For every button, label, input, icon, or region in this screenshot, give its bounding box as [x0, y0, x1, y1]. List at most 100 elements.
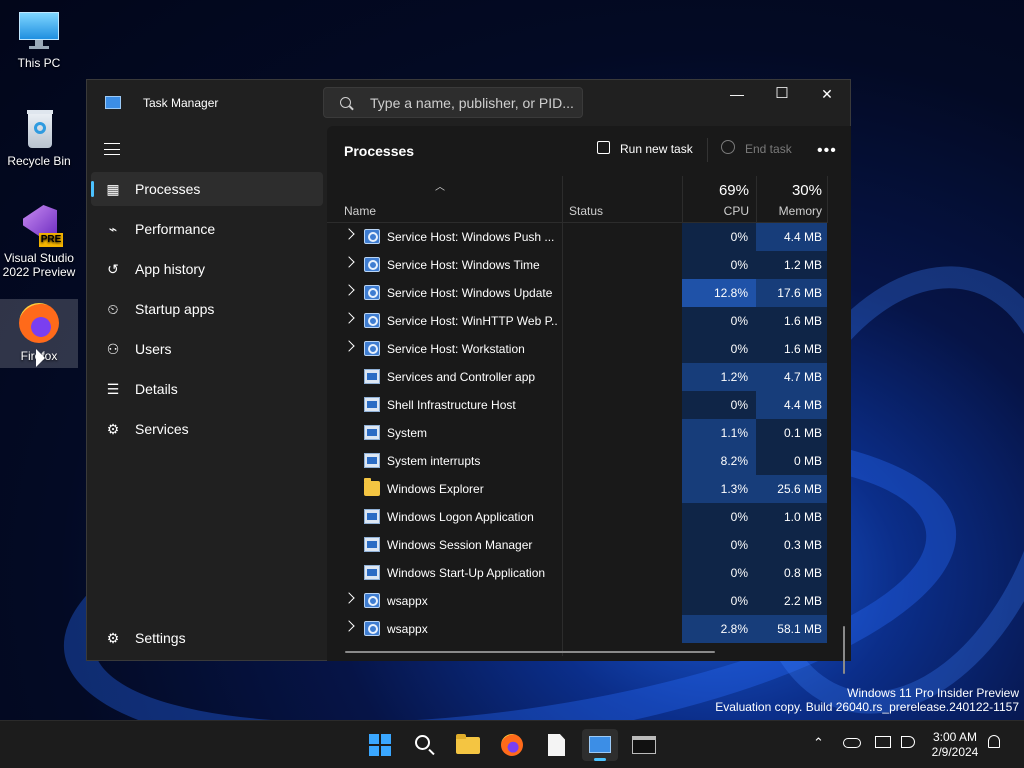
settings-gear-icon: ⚙: [106, 630, 120, 646]
task-manager-app-icon: [105, 96, 121, 109]
taskbar: ⌃ 3:00 AM 2/9/2024: [0, 720, 1024, 768]
startup-icon: ⏲: [107, 301, 119, 317]
process-memory: 1.6 MB: [756, 307, 827, 335]
column-header-name[interactable]: Name: [344, 204, 376, 218]
clock-time: 3:00 AM: [932, 730, 978, 744]
volume-muted-icon[interactable]: [901, 736, 915, 748]
table-row[interactable]: System interrupts 8.2% 0 MB: [327, 447, 827, 475]
horizontal-scrollbar[interactable]: [345, 651, 715, 653]
taskbar-task-manager[interactable]: [582, 729, 618, 761]
close-button[interactable]: ✕: [804, 80, 850, 110]
expand-chevron-icon[interactable]: [343, 284, 355, 296]
sidebar: ▦ Processes ⌁ Performance ↺ App history …: [87, 126, 327, 661]
desktop-icon-visual-studio[interactable]: PRE Visual Studio 2022 Preview: [0, 203, 78, 279]
table-row[interactable]: System 1.1% 0.1 MB: [327, 419, 827, 447]
process-cpu: 1.2%: [682, 363, 756, 391]
taskbar-file-explorer[interactable]: [450, 729, 486, 761]
vertical-scrollbar[interactable]: [843, 626, 845, 674]
desktop-icon-label: Recycle Bin: [7, 154, 71, 168]
column-header-status[interactable]: Status: [569, 204, 603, 218]
windows-logo-icon: [369, 734, 391, 756]
desktop-icon-label: Visual Studio 2022 Preview: [2, 251, 76, 279]
recycle-bin-icon: [17, 106, 61, 150]
sidebar-item-performance[interactable]: ⌁ Performance: [91, 212, 323, 246]
sidebar-item-settings[interactable]: ⚙ Settings: [91, 621, 323, 655]
start-button[interactable]: [362, 729, 398, 761]
desktop-icon-recycle-bin[interactable]: Recycle Bin: [0, 106, 78, 168]
table-row[interactable]: Shell Infrastructure Host 0% 4.4 MB: [327, 391, 827, 419]
process-memory: 2.2 MB: [756, 587, 827, 615]
mouse-cursor: [36, 349, 45, 367]
process-name: wsappx: [387, 594, 428, 608]
minimize-button[interactable]: —: [714, 80, 760, 110]
sidebar-item-processes[interactable]: ▦ Processes: [91, 172, 323, 206]
expand-chevron-icon[interactable]: [343, 340, 355, 352]
memory-total-percent: 30%: [791, 182, 822, 199]
desktop-icon-this-pc[interactable]: This PC: [0, 8, 78, 70]
process-icon: [364, 453, 380, 468]
table-row[interactable]: wsappx 2.8% 58.1 MB: [327, 615, 827, 643]
taskbar-notepad[interactable]: [538, 729, 574, 761]
firefox-icon: [17, 301, 61, 345]
show-hidden-icons-chevron[interactable]: ⌃: [813, 735, 824, 751]
toolbar-divider: [707, 138, 708, 162]
evaluation-watermark: Windows 11 Pro Insider Preview Evaluatio…: [715, 686, 1019, 714]
table-row[interactable]: Windows Start-Up Application 0% 0.8 MB: [327, 559, 827, 587]
sidebar-item-users[interactable]: ⚇ Users: [91, 332, 323, 366]
table-row[interactable]: Service Host: Windows Push ... 0% 4.4 MB: [327, 223, 827, 251]
process-icon: [364, 229, 380, 244]
details-icon: ☰: [106, 381, 120, 397]
table-row[interactable]: Services and Controller app 1.2% 4.7 MB: [327, 363, 827, 391]
taskbar-terminal[interactable]: [626, 729, 662, 761]
sidebar-item-details[interactable]: ☰ Details: [91, 372, 323, 406]
table-row[interactable]: Service Host: Workstation 0% 1.6 MB: [327, 335, 827, 363]
expand-chevron-icon[interactable]: [343, 620, 355, 632]
end-task-label: End task: [745, 142, 792, 156]
title-bar[interactable]: Task Manager Type a name, publisher, or …: [87, 80, 850, 126]
app-history-icon: ↺: [107, 261, 119, 277]
process-memory: 25.6 MB: [756, 475, 827, 503]
process-name: Service Host: Windows Update: [387, 286, 553, 300]
process-icon: [364, 313, 380, 328]
process-cpu: 0%: [682, 587, 756, 615]
search-input[interactable]: Type a name, publisher, or PID...: [323, 87, 583, 118]
sidebar-item-startup-apps[interactable]: ⏲ Startup apps: [91, 292, 323, 326]
process-memory: 4.4 MB: [756, 391, 827, 419]
process-icon: [364, 478, 380, 496]
sidebar-item-services[interactable]: ⚙ Services: [91, 412, 323, 446]
network-icon[interactable]: [875, 736, 891, 748]
sort-ascending-icon[interactable]: ︿: [435, 178, 445, 193]
process-icon: [364, 593, 380, 608]
expand-chevron-icon[interactable]: [343, 312, 355, 324]
pre-badge: PRE: [39, 233, 63, 247]
table-row[interactable]: Windows Explorer 1.3% 25.6 MB: [327, 475, 827, 503]
cloud-offline-icon[interactable]: [843, 738, 861, 748]
maximize-button[interactable]: ☐: [759, 80, 805, 110]
firefox-icon: [501, 734, 523, 756]
system-clock[interactable]: 3:00 AM 2/9/2024: [920, 730, 990, 760]
expand-chevron-icon[interactable]: [343, 228, 355, 240]
sidebar-item-app-history[interactable]: ↺ App history: [91, 252, 323, 286]
table-row[interactable]: Service Host: Windows Update 12.8% 17.6 MB: [327, 279, 827, 307]
table-row[interactable]: wsappx 0% 2.2 MB: [327, 587, 827, 615]
process-memory: 4.7 MB: [756, 363, 827, 391]
hamburger-menu-icon[interactable]: [104, 143, 120, 155]
column-header-memory[interactable]: Memory: [759, 204, 822, 218]
notification-bell-icon[interactable]: [988, 735, 1000, 748]
column-header-cpu[interactable]: CPU: [687, 204, 749, 218]
expand-chevron-icon[interactable]: [343, 256, 355, 268]
taskbar-search-button[interactable]: [406, 729, 442, 761]
table-row[interactable]: Windows Session Manager 0% 0.3 MB: [327, 531, 827, 559]
column-divider: [756, 176, 757, 223]
window-title: Task Manager: [143, 96, 219, 110]
more-options-button[interactable]: •••: [817, 142, 837, 160]
process-cpu: 1.3%: [682, 475, 756, 503]
expand-chevron-icon[interactable]: [343, 592, 355, 604]
services-icon: ⚙: [106, 421, 120, 437]
table-row[interactable]: Service Host: WinHTTP Web P... 0% 1.6 MB: [327, 307, 827, 335]
document-icon: [548, 734, 565, 756]
table-row[interactable]: Windows Logon Application 0% 1.0 MB: [327, 503, 827, 531]
process-name: System interrupts: [387, 454, 481, 468]
table-row[interactable]: Service Host: Windows Time 0% 1.2 MB: [327, 251, 827, 279]
taskbar-firefox[interactable]: [494, 729, 530, 761]
